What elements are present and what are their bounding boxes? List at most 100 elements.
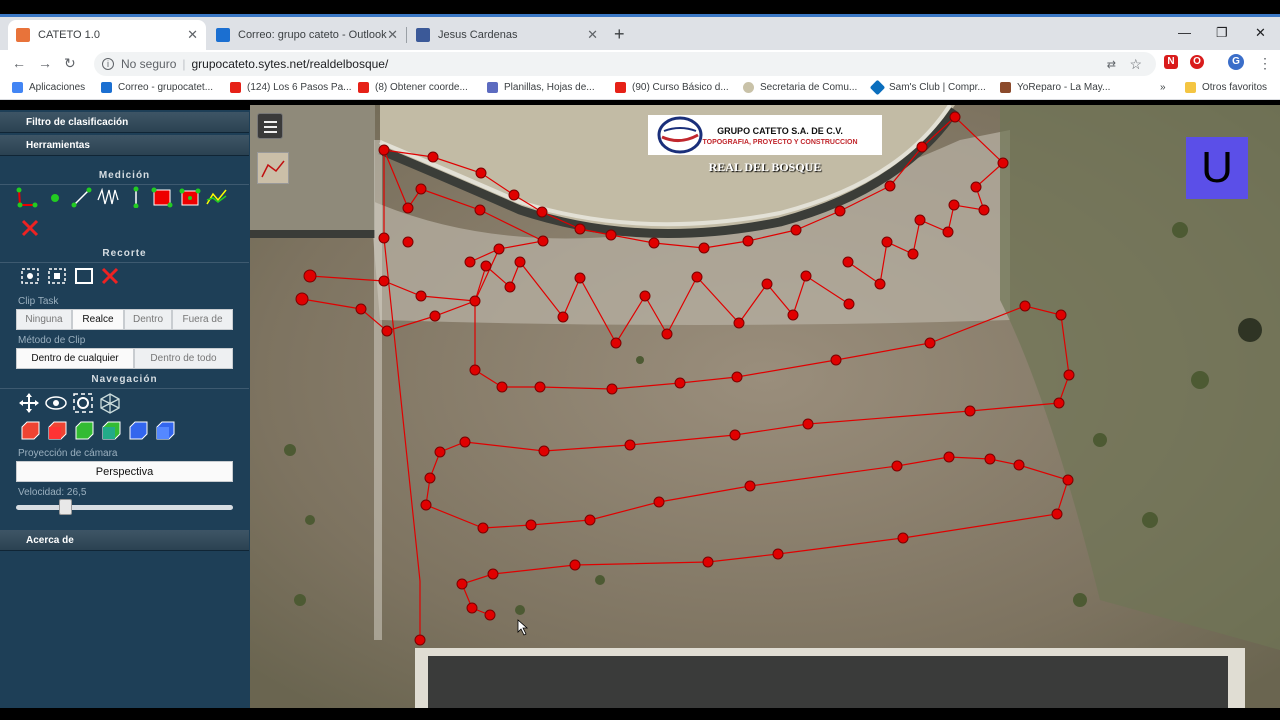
extension-opera-icon[interactable]: O	[1190, 55, 1204, 69]
measure-point	[536, 206, 548, 218]
line-chart-tool-icon[interactable]	[206, 186, 228, 208]
maximize-button[interactable]: ❐	[1216, 25, 1228, 41]
bookmark-label: Otros favoritos	[1202, 82, 1268, 93]
minimap-thumbnail[interactable]	[257, 152, 289, 184]
tab-divider	[406, 27, 407, 43]
measure-point	[842, 256, 854, 268]
view-front-icon[interactable]	[73, 420, 95, 442]
clip-task-realce[interactable]: Realce	[72, 309, 124, 330]
remove-clip-icon[interactable]	[99, 265, 121, 287]
menu-filtro[interactable]: Filtro de clasificación	[0, 112, 249, 133]
earth-controls-icon[interactable]	[18, 392, 40, 414]
height-tool-icon[interactable]	[125, 186, 147, 208]
extension-n-icon[interactable]: N	[1164, 55, 1178, 69]
distance-tool-icon[interactable]	[70, 186, 92, 208]
bookmark-item[interactable]: Sam's Club | Compr...	[869, 79, 986, 96]
reload-icon[interactable]: ↻	[64, 55, 76, 72]
clip-screen-box-icon[interactable]	[73, 265, 95, 287]
bookmark-item[interactable]: YoReparo - La May...	[1000, 82, 1110, 93]
bookmark-apps[interactable]: Aplicaciones	[12, 82, 85, 93]
close-tab-icon[interactable]: ✕	[187, 27, 198, 43]
user-badge[interactable]: U	[1186, 137, 1248, 199]
measure-point	[605, 229, 617, 241]
clip-task-fuera[interactable]: Fuera de	[172, 309, 233, 330]
url-text[interactable]: grupocateto.sytes.net/realdelbosque/	[192, 57, 389, 71]
new-tab-button[interactable]: +	[614, 24, 625, 45]
seal-icon	[743, 82, 754, 93]
measure-point	[698, 242, 710, 254]
measure-point	[378, 275, 390, 287]
menu-herramientas[interactable]: Herramientas	[0, 135, 249, 156]
bookmark-item[interactable]: (124) Los 6 Pasos Pa...	[230, 82, 352, 93]
minimize-button[interactable]: —	[1178, 25, 1191, 40]
measure-point	[1053, 397, 1065, 409]
clip-task-dentro[interactable]: Dentro	[124, 309, 172, 330]
point-tool-icon[interactable]	[44, 186, 66, 208]
measure-point	[508, 189, 520, 201]
view-right-icon[interactable]	[46, 420, 68, 442]
measure-point	[661, 328, 673, 340]
tab-outlook[interactable]: Correo: grupo cateto - Outlook ✕	[208, 20, 406, 50]
clip-task-label: Clip Task	[18, 296, 59, 307]
volume-tool-icon[interactable]	[179, 186, 201, 208]
measure-point	[964, 405, 976, 417]
view-bottom-icon[interactable]	[154, 420, 176, 442]
angle-tool-icon[interactable]	[16, 186, 38, 208]
measure-point	[459, 436, 471, 448]
orbit-controls-icon[interactable]	[72, 392, 94, 414]
section-recorte-title: Recorte	[102, 248, 147, 259]
view-left-icon[interactable]	[19, 420, 41, 442]
close-tab-icon[interactable]: ✕	[587, 27, 598, 43]
other-bookmarks[interactable]: Otros favoritos	[1185, 82, 1267, 93]
bookmark-item[interactable]: Planillas, Hojas de...	[487, 82, 595, 93]
tab-cateto[interactable]: CATETO 1.0 ✕	[8, 20, 206, 50]
focus-cube-icon[interactable]	[99, 392, 121, 414]
fly-controls-icon[interactable]	[45, 392, 67, 414]
info-icon[interactable]: i	[102, 58, 114, 70]
remove-measurements-icon[interactable]	[19, 217, 41, 239]
measure-point	[624, 439, 636, 451]
area-tool-icon[interactable]	[151, 186, 173, 208]
tab-facebook[interactable]: Jesus Cardenas ✕	[408, 20, 606, 50]
forward-arrow-icon[interactable]: →	[38, 55, 52, 71]
bookmark-item[interactable]: (8) Obtener coorde...	[358, 82, 468, 93]
menu-kebab-icon[interactable]: ⋮	[1258, 55, 1272, 72]
tab-strip: CATETO 1.0 ✕ Correo: grupo cateto - Outl…	[0, 14, 1280, 50]
clip-method-cualquier[interactable]: Dentro de cualquier	[16, 348, 134, 369]
speed-slider-handle[interactable]	[59, 499, 72, 515]
bookmark-star-icon[interactable]: ☆	[1129, 56, 1142, 73]
view-top-icon[interactable]	[127, 420, 149, 442]
aerial-map[interactable]	[250, 105, 1280, 708]
document-icon	[487, 82, 498, 93]
clip-task-ninguna[interactable]: Ninguna	[16, 309, 72, 330]
profile-tool-icon[interactable]	[97, 186, 119, 208]
profile-avatar[interactable]: G	[1228, 54, 1244, 70]
minimap-icon	[261, 160, 285, 178]
menu-acerca[interactable]: Acerca de	[0, 530, 249, 551]
point-cloud-viewer[interactable]	[250, 105, 1280, 708]
hamburger-menu-button[interactable]	[257, 113, 283, 139]
measure-point	[943, 451, 955, 463]
close-window-button[interactable]: ✕	[1255, 25, 1266, 41]
view-back-icon[interactable]	[100, 420, 122, 442]
back-arrow-icon[interactable]: ←	[12, 55, 26, 71]
clip-method-todo[interactable]: Dentro de todo	[134, 348, 233, 369]
section-medicion-title: Medición	[98, 170, 151, 181]
bookmark-item[interactable]: Correo - grupocatet...	[101, 82, 213, 93]
left-wall	[374, 140, 382, 640]
projection-button[interactable]: Perspectiva	[16, 461, 233, 482]
clip-volume-icon[interactable]	[19, 265, 41, 287]
speed-slider-track[interactable]	[16, 505, 233, 510]
bookmark-label: Aplicaciones	[29, 82, 86, 93]
clip-polygon-icon[interactable]	[46, 265, 68, 287]
measure-point	[574, 272, 586, 284]
measure-point	[653, 496, 665, 508]
bookmark-item[interactable]: (90) Curso Básico d...	[615, 82, 729, 93]
bookmark-item[interactable]: Secretaria de Comu...	[743, 82, 857, 93]
translate-icon[interactable]: ⇄	[1107, 58, 1116, 71]
measure-point	[574, 223, 586, 235]
person-icon	[1000, 82, 1011, 93]
omnibox[interactable]: i No seguro | grupocateto.sytes.net/real…	[94, 52, 1156, 76]
close-tab-icon[interactable]: ✕	[387, 27, 398, 43]
bookmarks-more-button[interactable]: »	[1160, 82, 1166, 93]
